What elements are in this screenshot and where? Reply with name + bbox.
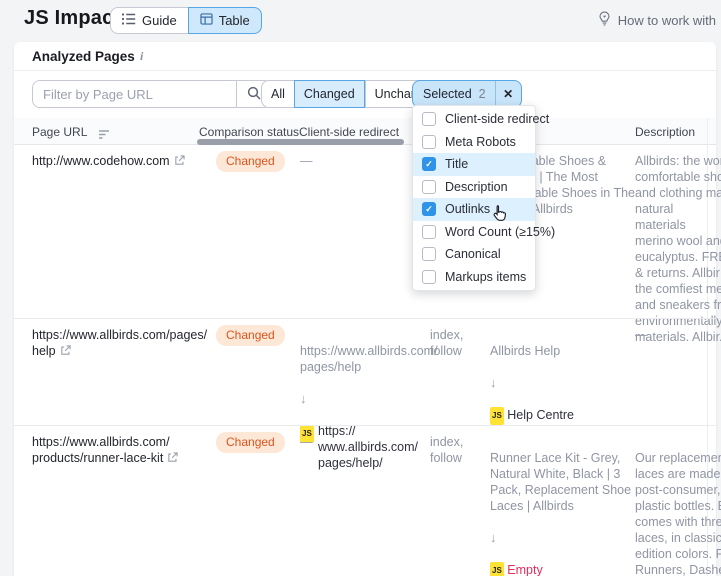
js-badge: JS	[490, 562, 504, 576]
checkbox-unchecked[interactable]	[422, 180, 436, 194]
meta-robots-cell: index, follow	[430, 434, 486, 466]
client-side-redirect-cell: —	[300, 434, 422, 450]
title-new-value: JS Help Centre	[490, 407, 636, 425]
panel-header: Analyzed Pages i	[14, 42, 716, 71]
selected-label: Selected	[423, 87, 472, 101]
horizontal-scrollbar[interactable]	[197, 139, 404, 145]
how-to-work-with-link[interactable]: How to work with	[597, 11, 716, 29]
top-bar: JS Impact Guide Table How to work with	[0, 0, 721, 42]
changed-badge: Changed	[216, 325, 285, 346]
title-new-value: JS Empty	[490, 562, 636, 576]
page-url-cell[interactable]: https://www.allbirds.com/ products/runne…	[32, 434, 200, 467]
description-cell: —	[635, 327, 721, 343]
menu-item-title[interactable]: ✓Title	[413, 153, 535, 176]
title-cell: Allbirds Help ↓ JS Help Centre	[490, 327, 636, 441]
guide-label: Guide	[142, 13, 177, 28]
column-header-client-side-redirect[interactable]: Client-side redirect	[299, 125, 399, 139]
arrow-down-icon: ↓	[300, 391, 422, 407]
view-toggle: Guide Table	[110, 7, 262, 34]
search-icon	[247, 86, 261, 103]
changed-badge: Changed	[216, 432, 285, 453]
meta-robots-cell: index, follow	[430, 327, 486, 359]
url-filter-input[interactable]	[33, 81, 236, 107]
analyzed-pages-panel: Analyzed Pages i All Changed Unchanged S…	[14, 42, 716, 576]
checkbox-unchecked[interactable]	[422, 247, 436, 261]
arrow-down-icon: ↓	[490, 530, 636, 546]
changed-badge: Changed	[216, 151, 285, 172]
table-row: http://www.codehow.com Changed — Sustain…	[14, 145, 716, 318]
description-old-value: Our replacemen laces are made post-consu…	[635, 450, 721, 576]
columns-dropdown-menu: Client-side redirect Meta Robots ✓Title …	[412, 105, 536, 291]
table-toggle-button[interactable]: Table	[188, 7, 262, 34]
lightbulb-icon	[597, 11, 612, 29]
selected-count: 2	[479, 87, 486, 101]
external-link-icon[interactable]	[60, 344, 71, 360]
checkbox-unchecked[interactable]	[422, 135, 436, 149]
url-filter	[32, 80, 272, 108]
external-link-icon[interactable]	[167, 451, 178, 467]
column-header-comparison-status[interactable]: Comparison status	[199, 125, 299, 139]
table-label: Table	[219, 13, 250, 28]
checkbox-unchecked[interactable]	[422, 270, 436, 284]
panel-title: Analyzed Pages	[32, 49, 135, 64]
sort-icon[interactable]	[98, 128, 110, 142]
close-icon: ✕	[503, 87, 513, 101]
clear-selected-button[interactable]: ✕	[495, 81, 521, 107]
checkbox-checked[interactable]: ✓	[422, 202, 436, 216]
client-side-redirect-cell: —	[300, 153, 422, 169]
help-label: How to work with	[618, 13, 716, 28]
menu-item-description[interactable]: Description	[413, 176, 535, 199]
checkbox-unchecked[interactable]	[422, 112, 436, 126]
column-header-page-url[interactable]: Page URL	[32, 125, 87, 139]
description-cell: Our replacemen laces are made post-consu…	[635, 434, 721, 576]
title-old-value: Runner Lace Kit - Grey, Natural White, B…	[490, 450, 636, 514]
page-title: JS Impact	[24, 7, 120, 30]
title-cell: Runner Lace Kit - Grey, Natural White, B…	[490, 434, 636, 576]
description-cell: Allbirds: the wor comfortable sho and cl…	[635, 153, 721, 345]
external-link-icon[interactable]	[174, 154, 185, 170]
table-row: https://www.allbirds.com/ products/runne…	[14, 425, 716, 576]
comparison-status-cell: Changed	[216, 151, 285, 172]
menu-item-meta-robots[interactable]: Meta Robots	[413, 131, 535, 154]
js-badge: JS	[490, 407, 504, 425]
status-filter-changed[interactable]: Changed	[294, 80, 365, 108]
list-icon	[122, 13, 136, 28]
comparison-status-cell: Changed	[216, 325, 285, 346]
info-icon[interactable]: i	[140, 49, 143, 64]
column-header-description[interactable]: Description	[635, 125, 695, 139]
menu-item-client-side-redirect[interactable]: Client-side redirect	[413, 108, 535, 131]
page-url-cell[interactable]: https://www.allbirds.com/pages/ help	[32, 327, 200, 360]
guide-toggle-button[interactable]: Guide	[110, 7, 188, 34]
page-url-cell[interactable]: http://www.codehow.com	[32, 153, 200, 170]
menu-item-outlinks[interactable]: ✓Outlinks	[413, 198, 535, 221]
status-filter-all[interactable]: All	[261, 80, 294, 108]
title-old-value: Allbirds Help	[490, 343, 636, 359]
menu-item-word-count[interactable]: Word Count (≥15%)	[413, 221, 535, 244]
checkbox-unchecked[interactable]	[422, 225, 436, 239]
comparison-status-cell: Changed	[216, 432, 285, 453]
selected-columns-button[interactable]: Selected 2 ✕	[412, 80, 522, 108]
menu-item-canonical[interactable]: Canonical	[413, 243, 535, 266]
arrow-down-icon: ↓	[490, 375, 636, 391]
redirect-old-value: https://www.allbirds.com/ pages/help	[300, 343, 422, 375]
table-row: https://www.allbirds.com/pages/ help Cha…	[14, 318, 716, 425]
menu-item-markups-items[interactable]: Markups items	[413, 266, 535, 289]
checkbox-checked[interactable]: ✓	[422, 157, 436, 171]
table-icon	[200, 13, 213, 28]
